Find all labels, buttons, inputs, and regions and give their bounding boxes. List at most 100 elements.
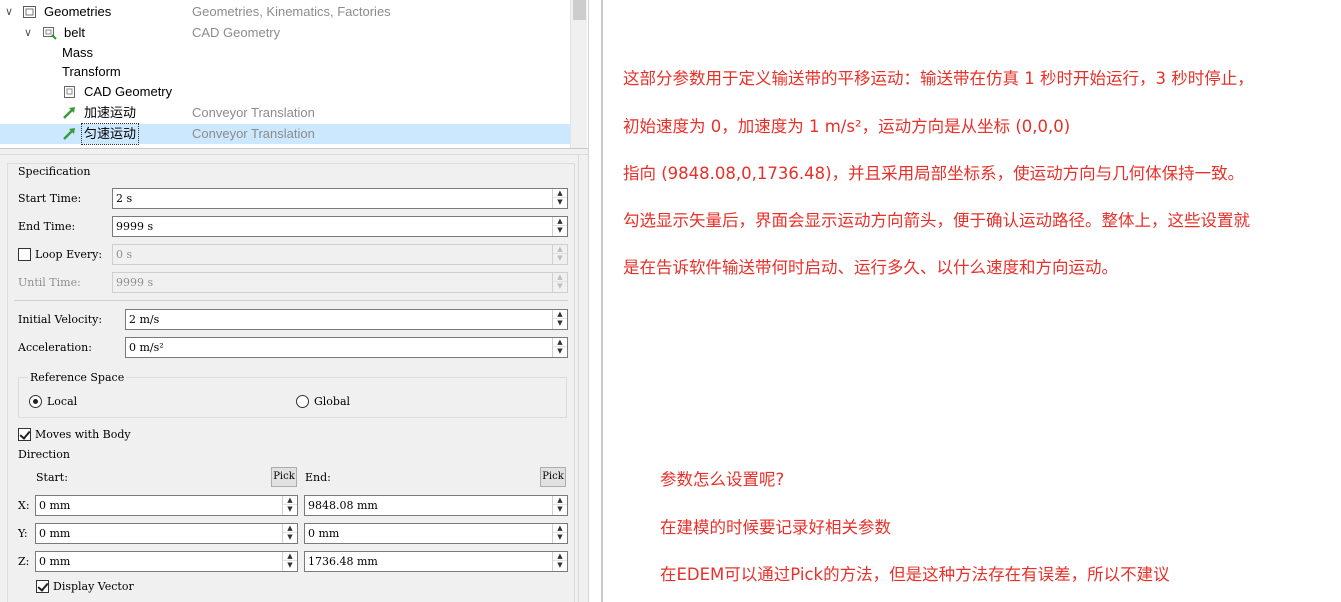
spin-up-icon[interactable]: ▲ [553,217,567,226]
start-time-input[interactable]: 2 s ▲ ▼ [112,188,568,209]
spin-down-icon[interactable]: ▼ [553,561,567,570]
tree-row-cad-geometry[interactable]: CAD Geometry [0,82,570,102]
cad-geometry-icon [42,26,57,40]
x-label: X: [18,499,30,512]
spin-down-icon[interactable]: ▼ [283,561,297,570]
display-vector-checkbox[interactable] [36,580,49,593]
moves-with-body-label: Moves with Body [35,428,131,441]
start-label: Start: [36,471,68,484]
start-z-input[interactable]: 0 mm ▲ ▼ [35,551,298,572]
spin-down-icon[interactable]: ▼ [553,533,567,542]
spin-up-icon[interactable]: ▲ [553,524,567,533]
spin-up-icon[interactable]: ▲ [283,496,297,505]
properties-scrollbar[interactable] [578,155,588,602]
start-x-input[interactable]: 0 mm ▲ ▼ [35,495,298,516]
spin-up-icon[interactable]: ▲ [283,552,297,561]
spin-up-icon[interactable]: ▲ [553,552,567,561]
left-panel: ∨ Geometries Geometries, Kinematics, Fac… [0,0,588,602]
tree-label: belt [64,25,85,40]
until-time-label: Until Time: [18,276,81,289]
until-time-input[interactable]: 9999 s ▲ ▼ [112,272,568,293]
spin-down-icon[interactable]: ▼ [553,226,567,235]
end-label: End: [305,471,331,484]
chevron-down-icon[interactable]: ∨ [3,2,15,22]
direction-title: Direction [18,448,70,461]
y-label: Y: [18,527,28,540]
tree-label: Geometries [44,4,112,19]
end-y-input[interactable]: 0 mm ▲ ▼ [304,523,568,544]
spin-up-icon[interactable]: ▲ [553,310,567,319]
spin-up-icon[interactable]: ▲ [553,496,567,505]
moves-with-body-checkbox[interactable] [18,428,31,441]
chevron-down-icon[interactable]: ∨ [22,23,34,43]
folder-geometries-icon [22,5,37,19]
tree-row-transform[interactable]: Transform [0,62,570,82]
spin-down-icon[interactable]: ▼ [553,198,567,207]
loop-every-input[interactable]: 0 s ▲ ▼ [112,244,568,265]
tree-label: Transform [62,64,121,79]
spin-down-icon[interactable]: ▼ [283,533,297,542]
properties-panel: Specification Start Time: 2 s ▲ ▼ End Tim… [0,154,588,602]
tree-row-mass[interactable]: Mass [0,43,570,63]
cad-file-icon [62,85,77,99]
acceleration-input[interactable]: 0 m/s² ▲ ▼ [125,337,568,358]
tree-row-accel-motion[interactable]: 加速运动 Conveyor Translation [0,103,570,123]
spin-up-icon[interactable]: ▲ [283,524,297,533]
note-line: 指向 (9848.08,0,1736.48)，并且采用局部坐标系，使运动方向与几… [623,164,1245,183]
question-line: 在EDEM可以通过Pick的方法，但是这种方法存在有误差，所以不建议 [660,565,1170,584]
conveyor-translation-icon [62,127,77,141]
spin-down-icon[interactable]: ▼ [283,505,297,514]
pick-end-button[interactable]: Pick [540,467,566,487]
loop-every-checkbox[interactable] [18,248,31,261]
notes-area: 这部分参数用于定义输送带的平移运动：输送带在仿真 1 秒时开始运行，3 秒时停止… [603,0,1341,602]
tree-label: 加速运动 [84,105,137,120]
start-y-input[interactable]: 0 mm ▲ ▼ [35,523,298,544]
local-label: Local [47,395,78,408]
spin-down-icon[interactable]: ▼ [553,505,567,514]
z-label: Z: [18,555,30,568]
tree-row-belt[interactable]: ∨ belt CAD Geometry [0,23,570,43]
vertical-divider [588,0,603,602]
loop-every-label: Loop Every: [35,248,103,261]
specification-title: Specification [16,165,93,179]
spin-down-icon: ▼ [557,282,563,290]
tree-label: CAD Geometry [84,84,173,99]
note-line: 初始速度为 0，加速度为 1 m/s²，运动方向是从坐标 (0,0,0) [623,117,1071,136]
tree-row-geometries[interactable]: ∨ Geometries Geometries, Kinematics, Fac… [0,2,570,22]
start-time-label: Start Time: [18,192,82,205]
spin-up-icon[interactable]: ▲ [553,338,567,347]
question-line: 在建模的时候要记录好相关参数 [660,518,891,537]
acceleration-label: Acceleration: [18,341,92,354]
spin-down-icon: ▼ [557,254,563,262]
pick-start-button[interactable]: Pick [271,467,297,487]
note-line: 这部分参数用于定义输送带的平移运动：输送带在仿真 1 秒时开始运行，3 秒时停止… [623,69,1254,88]
scrollbar-thumb[interactable] [573,0,586,20]
tree-row-uniform-motion[interactable]: 匀速运动 Conveyor Translation [0,123,570,145]
conveyor-translation-icon [62,106,77,120]
initial-velocity-label: Initial Velocity: [18,313,103,326]
tree-desc: CAD Geometry [192,25,281,40]
reference-space-title: Reference Space [28,371,127,385]
spin-up-icon: ▲ [553,245,567,254]
geometry-tree[interactable]: ∨ Geometries Geometries, Kinematics, Fac… [0,0,588,148]
end-z-input[interactable]: 1736.48 mm ▲ ▼ [304,551,568,572]
end-time-input[interactable]: 9999 s ▲ ▼ [112,216,568,237]
spin-down-icon[interactable]: ▼ [553,319,567,328]
tree-label: 匀速运动 [80,123,140,145]
spin-up-icon[interactable]: ▲ [553,189,567,198]
tree-desc: Conveyor Translation [192,105,315,120]
spin-up-icon: ▲ [553,273,567,282]
global-radio[interactable] [296,395,309,408]
tree-desc: Conveyor Translation [192,126,315,141]
spin-down-icon[interactable]: ▼ [553,347,567,356]
display-vector-label: Display Vector [53,580,134,593]
note-line: 是在告诉软件输送带何时启动、运行多久、以什么速度和方向运动。 [623,258,1118,277]
divider [14,300,568,301]
end-x-input[interactable]: 9848.08 mm ▲ ▼ [304,495,568,516]
end-time-label: End Time: [18,220,76,233]
local-radio[interactable] [29,395,42,408]
tree-scrollbar[interactable] [570,0,587,148]
question-line: 参数怎么设置呢? [660,470,785,489]
note-line: 勾选显示矢量后，界面会显示运动方向箭头，便于确认运动路径。整体上，这些设置就 [623,211,1250,230]
initial-velocity-input[interactable]: 2 m/s ▲ ▼ [125,309,568,330]
